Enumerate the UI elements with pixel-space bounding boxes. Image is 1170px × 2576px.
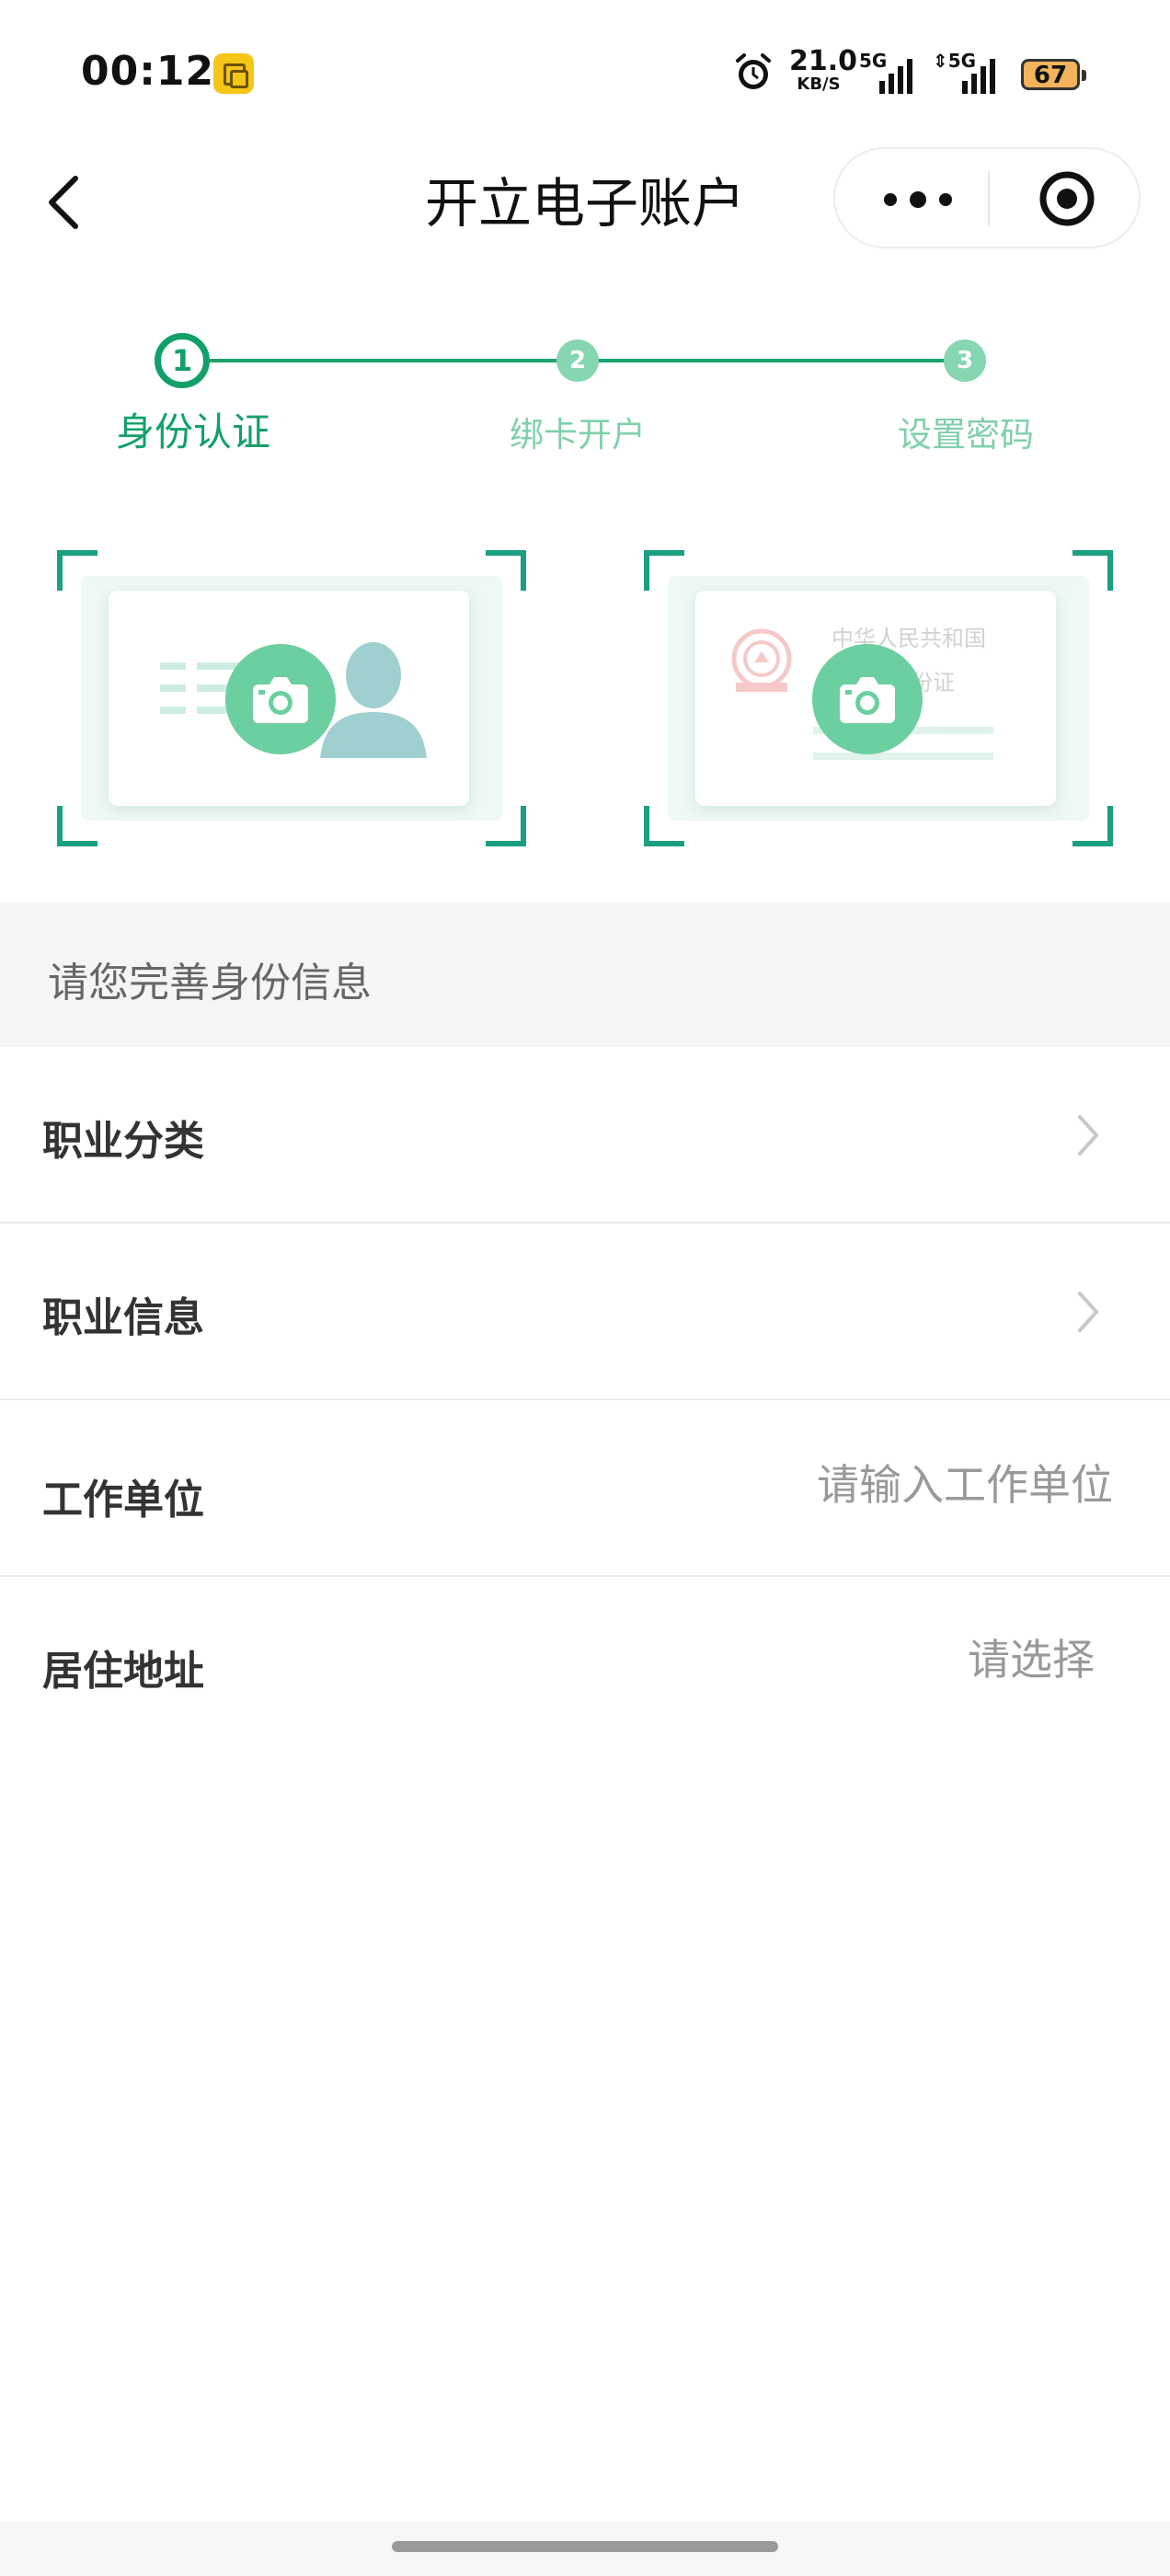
status-bar: 00:12 21.0 KB/S 5G ⇕5G 67 bbox=[0, 0, 1170, 147]
alarm-icon bbox=[736, 53, 771, 89]
camera-button[interactable] bbox=[812, 644, 923, 754]
occupation-category-label: 职业分类 bbox=[42, 1118, 204, 1165]
address-select[interactable]: 请选择 bbox=[968, 1627, 1095, 1687]
step-label-3: 设置密码 bbox=[898, 415, 1034, 454]
occupation-info-label: 职业信息 bbox=[42, 1294, 204, 1341]
home-indicator[interactable] bbox=[392, 2541, 778, 2552]
national-emblem-icon bbox=[731, 628, 792, 692]
target-icon[interactable] bbox=[1038, 169, 1096, 228]
address-label: 居住地址 bbox=[42, 1648, 204, 1695]
mini-program-capsule bbox=[833, 147, 1141, 248]
chevron-right-icon bbox=[1078, 1115, 1098, 1156]
occupation-category-row[interactable]: 职业分类 bbox=[0, 1047, 1170, 1224]
more-icon[interactable] bbox=[881, 186, 955, 213]
signal-icon: 5G bbox=[859, 50, 918, 96]
camera-icon bbox=[840, 677, 895, 723]
step-indicator-3: 3 bbox=[944, 339, 986, 382]
employer-label: 工作单位 bbox=[42, 1477, 204, 1524]
section-header: 请您完善身份信息 bbox=[0, 903, 1170, 1047]
id-card-front-upload[interactable] bbox=[57, 550, 526, 846]
step-label-2: 绑卡开户 bbox=[510, 415, 646, 454]
step-connector bbox=[598, 359, 949, 362]
status-time: 00:12 bbox=[81, 48, 215, 95]
section-header-text: 请您完善身份信息 bbox=[48, 960, 372, 1006]
network-speed: 21.0 KB/S bbox=[789, 45, 858, 94]
occupation-info-row[interactable]: 职业信息 bbox=[0, 1224, 1170, 1400]
id-card-back-upload[interactable]: 中华人民共和国 居民身份证 bbox=[644, 550, 1113, 846]
step-indicator-1: 1 bbox=[155, 333, 210, 388]
battery-icon: 67 bbox=[1021, 59, 1086, 90]
page-title: 开立电子账户 bbox=[424, 172, 745, 235]
capsule-divider bbox=[988, 171, 990, 226]
camera-icon bbox=[253, 677, 308, 723]
employer-row: 工作单位 请输入工作单位 bbox=[0, 1400, 1170, 1577]
signal-icon: ⇕5G bbox=[933, 50, 1006, 96]
address-row[interactable]: 居住地址 请选择 bbox=[0, 1577, 1170, 1754]
step-indicator-2: 2 bbox=[556, 339, 599, 382]
chevron-right-icon bbox=[1078, 1292, 1098, 1332]
step-connector bbox=[206, 359, 578, 362]
step-label-1: 身份认证 bbox=[115, 409, 270, 454]
camera-button[interactable] bbox=[225, 644, 336, 754]
app-notification-icon bbox=[213, 53, 254, 94]
employer-input[interactable]: 请输入工作单位 bbox=[817, 1452, 1113, 1512]
back-icon[interactable] bbox=[37, 166, 92, 239]
